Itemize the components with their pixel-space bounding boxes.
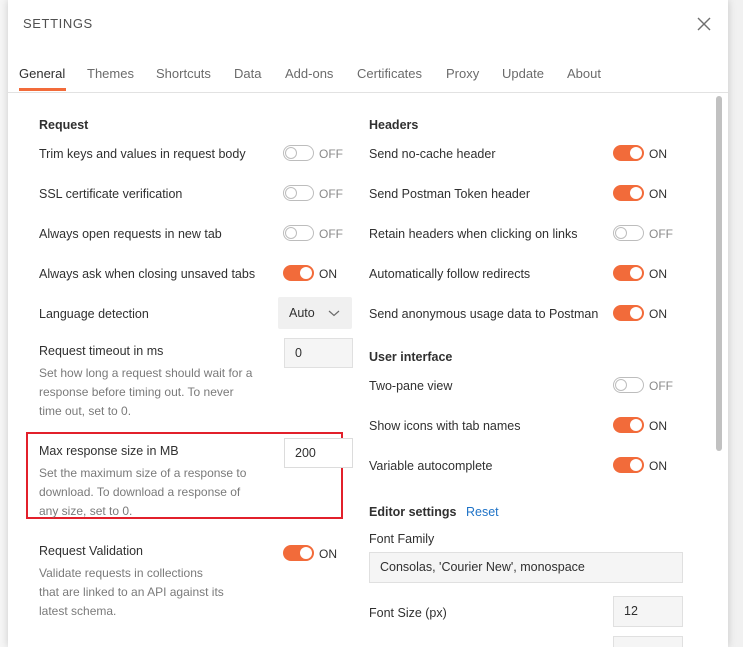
two-pane-toggle[interactable]: [613, 377, 644, 393]
postman-token-toggle[interactable]: [613, 185, 644, 201]
user-interface-section-title: User interface: [369, 350, 453, 364]
desc-line: any size, set to 0.: [39, 504, 133, 518]
desc-line: download. To download a response of: [39, 485, 241, 499]
modal-header: SETTINGS: [8, 0, 728, 50]
background-app-edge: [0, 0, 8, 647]
retain-headers-toggle[interactable]: [613, 225, 644, 241]
close-icon: [697, 17, 711, 31]
editor-settings-section-title: Editor settings: [369, 505, 457, 519]
no-cache-state: ON: [649, 147, 667, 161]
background-app-right-edge: [727, 0, 743, 647]
open-new-tab-state: OFF: [319, 227, 343, 241]
tab-add-ons[interactable]: Add-ons: [285, 66, 333, 81]
request-validation-description: Validate requests in collections that ar…: [39, 564, 279, 621]
close-button[interactable]: [694, 14, 714, 34]
ask-close-state: ON: [319, 267, 337, 281]
open-new-tab-toggle[interactable]: [283, 225, 314, 241]
icons-tab-names-label: Show icons with tab names: [369, 419, 521, 433]
desc-line: response before timing out. To never: [39, 385, 234, 399]
desc-line: Validate requests in collections: [39, 566, 203, 580]
icons-tab-names-state: ON: [649, 419, 667, 433]
request-validation-toggle[interactable]: [283, 545, 314, 561]
variable-autocomplete-state: ON: [649, 459, 667, 473]
tab-data[interactable]: Data: [234, 66, 261, 81]
language-detection-select[interactable]: Auto: [278, 297, 352, 329]
request-timeout-input[interactable]: 0: [284, 338, 353, 368]
ssl-verification-label: SSL certificate verification: [39, 187, 183, 201]
tab-about[interactable]: About: [567, 66, 601, 81]
icons-tab-names-toggle[interactable]: [613, 417, 644, 433]
tab-shortcuts[interactable]: Shortcuts: [156, 66, 211, 81]
postman-token-label: Send Postman Token header: [369, 187, 530, 201]
headers-section-title: Headers: [369, 118, 419, 132]
settings-modal: SETTINGS General Themes Shortcuts Data A…: [8, 0, 728, 647]
trim-keys-toggle[interactable]: [283, 145, 314, 161]
max-response-size-description: Set the maximum size of a response to do…: [39, 464, 279, 521]
retain-headers-label: Retain headers when clicking on links: [369, 227, 578, 241]
tab-certificates[interactable]: Certificates: [357, 66, 422, 81]
variable-autocomplete-label: Variable autocomplete: [369, 459, 493, 473]
variable-autocomplete-toggle[interactable]: [613, 457, 644, 473]
ssl-verification-state: OFF: [319, 187, 343, 201]
two-pane-state: OFF: [649, 379, 673, 393]
request-timeout-label: Request timeout in ms: [39, 344, 164, 358]
trim-keys-label: Trim keys and values in request body: [39, 147, 246, 161]
follow-redirects-state: ON: [649, 267, 667, 281]
desc-line: Set how long a request should wait for a: [39, 366, 253, 380]
no-cache-label: Send no-cache header: [369, 147, 496, 161]
language-detection-value: Auto: [289, 306, 315, 320]
desc-line: Set the maximum size of a response to: [39, 466, 247, 480]
request-section-title: Request: [39, 118, 89, 132]
open-new-tab-label: Always open requests in new tab: [39, 227, 222, 241]
trim-keys-state: OFF: [319, 147, 343, 161]
font-size-label: Font Size (px): [369, 606, 447, 620]
scrollbar[interactable]: [714, 92, 724, 647]
no-cache-toggle[interactable]: [613, 145, 644, 161]
follow-redirects-toggle[interactable]: [613, 265, 644, 281]
request-timeout-description: Set how long a request should wait for a…: [39, 364, 279, 421]
reset-editor-settings-link[interactable]: Reset: [466, 505, 499, 519]
tab-themes[interactable]: Themes: [87, 66, 134, 81]
desc-line: that are linked to an API against its: [39, 585, 224, 599]
desc-line: latest schema.: [39, 604, 117, 618]
anonymous-usage-label: Send anonymous usage data to Postman: [369, 307, 599, 321]
language-detection-label: Language detection: [39, 307, 149, 321]
retain-headers-state: OFF: [649, 227, 673, 241]
tab-general[interactable]: General: [19, 66, 65, 81]
modal-title: SETTINGS: [23, 16, 93, 31]
tab-proxy[interactable]: Proxy: [446, 66, 479, 81]
follow-redirects-label: Automatically follow redirects: [369, 267, 531, 281]
ssl-verification-toggle[interactable]: [283, 185, 314, 201]
scrollbar-thumb[interactable]: [716, 96, 722, 451]
request-validation-state: ON: [319, 547, 337, 561]
max-response-size-input[interactable]: 200: [284, 438, 353, 468]
ask-close-label: Always ask when closing unsaved tabs: [39, 267, 256, 281]
desc-line: time out, set to 0.: [39, 404, 132, 418]
tab-update[interactable]: Update: [502, 66, 544, 81]
next-setting-input-partial[interactable]: [613, 636, 683, 647]
two-pane-label: Two-pane view: [369, 379, 453, 393]
settings-tabs: General Themes Shortcuts Data Add-ons Ce…: [8, 50, 728, 93]
anonymous-usage-state: ON: [649, 307, 667, 321]
anonymous-usage-toggle[interactable]: [613, 305, 644, 321]
active-tab-indicator: [19, 88, 66, 91]
font-family-input[interactable]: Consolas, 'Courier New', monospace: [369, 552, 683, 583]
max-response-size-label: Max response size in MB: [39, 444, 179, 458]
request-validation-label: Request Validation: [39, 544, 144, 558]
postman-token-state: ON: [649, 187, 667, 201]
font-family-label: Font Family: [369, 532, 435, 546]
chevron-down-icon: [328, 310, 340, 317]
font-size-input[interactable]: 12: [613, 596, 683, 627]
ask-close-toggle[interactable]: [283, 265, 314, 281]
